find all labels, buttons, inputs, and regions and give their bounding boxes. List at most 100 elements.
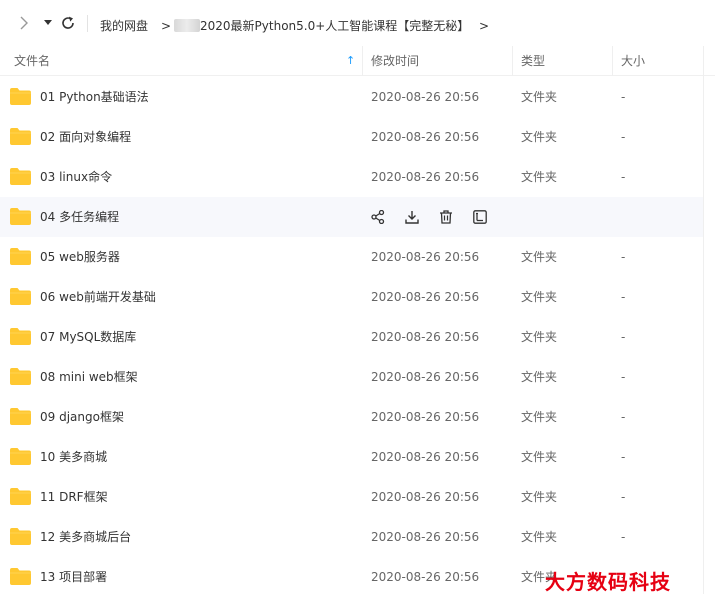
folder-icon: [10, 528, 31, 545]
table-row[interactable]: 08 mini web框架 2020-08-26 20:56 文件夹 -: [0, 357, 703, 397]
breadcrumb-redaction: [174, 19, 200, 32]
rename-icon: [473, 210, 487, 224]
download-icon: [405, 211, 419, 224]
folder-icon: [10, 568, 31, 585]
rename-button[interactable]: [471, 208, 489, 226]
column-header-modified[interactable]: 修改时间: [371, 46, 419, 76]
file-size: -: [621, 250, 626, 264]
table-row-hovered[interactable]: 04 多任务编程: [0, 197, 703, 237]
file-type: 文件夹: [521, 250, 558, 264]
table-row[interactable]: 10 美多商城 2020-08-26 20:56 文件夹 -: [0, 437, 703, 477]
column-header-name[interactable]: 文件名: [14, 46, 50, 76]
file-modified: 2020-08-26 20:56: [371, 490, 480, 504]
file-size: -: [621, 490, 626, 504]
file-name[interactable]: 06 web前端开发基础: [40, 289, 156, 305]
file-type: 文件夹: [521, 90, 558, 104]
list-right-border: [703, 46, 704, 594]
file-size: -: [621, 450, 626, 464]
file-type: 文件夹: [521, 490, 558, 504]
breadcrumb-current[interactable]: 2020最新Python5.0+人工智能课程【完整无秘】: [200, 18, 469, 34]
file-size: -: [621, 330, 626, 344]
file-size: -: [621, 170, 626, 184]
column-divider[interactable]: [612, 46, 613, 76]
file-name[interactable]: 04 多任务编程: [40, 209, 119, 225]
file-modified: 2020-08-26 20:56: [371, 90, 480, 104]
folder-icon: [10, 208, 31, 225]
folder-icon: [10, 128, 31, 145]
back-button[interactable]: [14, 13, 34, 33]
folder-icon: [10, 408, 31, 425]
file-size: -: [621, 130, 626, 144]
breadcrumb-separator: >: [161, 19, 172, 33]
share-icon: [371, 210, 385, 224]
file-list: 01 Python基础语法 2020-08-26 20:56 文件夹 - 02 …: [0, 77, 703, 594]
column-header-size[interactable]: 大小: [621, 46, 645, 76]
caret-down-icon: [44, 20, 52, 25]
file-modified: 2020-08-26 20:56: [371, 450, 480, 464]
file-name[interactable]: 02 面向对象编程: [40, 129, 131, 145]
refresh-button[interactable]: [58, 13, 78, 33]
file-name[interactable]: 08 mini web框架: [40, 369, 138, 385]
file-list-header: 文件名 ↑ 修改时间 类型 大小: [0, 46, 715, 76]
download-button[interactable]: [403, 208, 421, 226]
file-name[interactable]: 05 web服务器: [40, 249, 120, 265]
folder-icon: [10, 488, 31, 505]
breadcrumb-separator-end: >: [479, 19, 490, 33]
file-size: -: [621, 530, 626, 544]
file-name[interactable]: 01 Python基础语法: [40, 89, 149, 105]
file-type: 文件夹: [521, 370, 558, 384]
table-row[interactable]: 11 DRF框架 2020-08-26 20:56 文件夹 -: [0, 477, 703, 517]
file-modified: 2020-08-26 20:56: [371, 330, 480, 344]
table-row[interactable]: 12 美多商城后台 2020-08-26 20:56 文件夹 -: [0, 517, 703, 557]
file-name[interactable]: 10 美多商城: [40, 449, 107, 465]
file-modified: 2020-08-26 20:56: [371, 290, 480, 304]
table-row[interactable]: 07 MySQL数据库 2020-08-26 20:56 文件夹 -: [0, 317, 703, 357]
file-size: -: [621, 410, 626, 424]
watermark: 大方数码科技: [545, 570, 671, 594]
column-divider[interactable]: [512, 46, 513, 76]
breadcrumb-root[interactable]: 我的网盘: [100, 18, 148, 34]
file-modified: 2020-08-26 20:56: [371, 130, 480, 144]
delete-icon: [440, 210, 452, 224]
file-type: 文件夹: [521, 410, 558, 424]
refresh-icon: [62, 16, 74, 29]
folder-icon: [10, 168, 31, 185]
file-name[interactable]: 03 linux命令: [40, 169, 112, 185]
file-name[interactable]: 12 美多商城后台: [40, 529, 131, 545]
sort-asc-icon[interactable]: ↑: [346, 46, 355, 76]
file-size: -: [621, 90, 626, 104]
file-name[interactable]: 11 DRF框架: [40, 489, 108, 505]
folder-icon: [10, 288, 31, 305]
column-header-type[interactable]: 类型: [521, 46, 545, 76]
file-modified: 2020-08-26 20:56: [371, 410, 480, 424]
file-type: 文件夹: [521, 130, 558, 144]
history-dropdown[interactable]: [40, 13, 56, 33]
file-type: 文件夹: [521, 170, 558, 184]
nav-divider: [87, 15, 88, 32]
file-name[interactable]: 07 MySQL数据库: [40, 329, 136, 345]
table-row[interactable]: 06 web前端开发基础 2020-08-26 20:56 文件夹 -: [0, 277, 703, 317]
table-row[interactable]: 01 Python基础语法 2020-08-26 20:56 文件夹 -: [0, 77, 703, 117]
file-type: 文件夹: [521, 450, 558, 464]
file-modified: 2020-08-26 20:56: [371, 530, 480, 544]
table-row[interactable]: 05 web服务器 2020-08-26 20:56 文件夹 -: [0, 237, 703, 277]
file-modified: 2020-08-26 20:56: [371, 250, 480, 264]
file-name[interactable]: 13 项目部署: [40, 569, 107, 585]
chevron-right-icon: [20, 16, 28, 30]
file-modified: 2020-08-26 20:56: [371, 170, 480, 184]
column-divider[interactable]: [362, 46, 363, 76]
file-modified: 2020-08-26 20:56: [371, 370, 480, 384]
folder-icon: [10, 448, 31, 465]
file-type: 文件夹: [521, 330, 558, 344]
file-name[interactable]: 09 django框架: [40, 409, 124, 425]
file-type: 文件夹: [521, 530, 558, 544]
folder-icon: [10, 248, 31, 265]
delete-button[interactable]: [437, 208, 455, 226]
share-button[interactable]: [369, 208, 387, 226]
table-row[interactable]: 03 linux命令 2020-08-26 20:56 文件夹 -: [0, 157, 703, 197]
file-size: -: [621, 290, 626, 304]
table-row[interactable]: 09 django框架 2020-08-26 20:56 文件夹 -: [0, 397, 703, 437]
table-row[interactable]: 02 面向对象编程 2020-08-26 20:56 文件夹 -: [0, 117, 703, 157]
folder-icon: [10, 368, 31, 385]
file-modified: 2020-08-26 20:56: [371, 570, 480, 584]
